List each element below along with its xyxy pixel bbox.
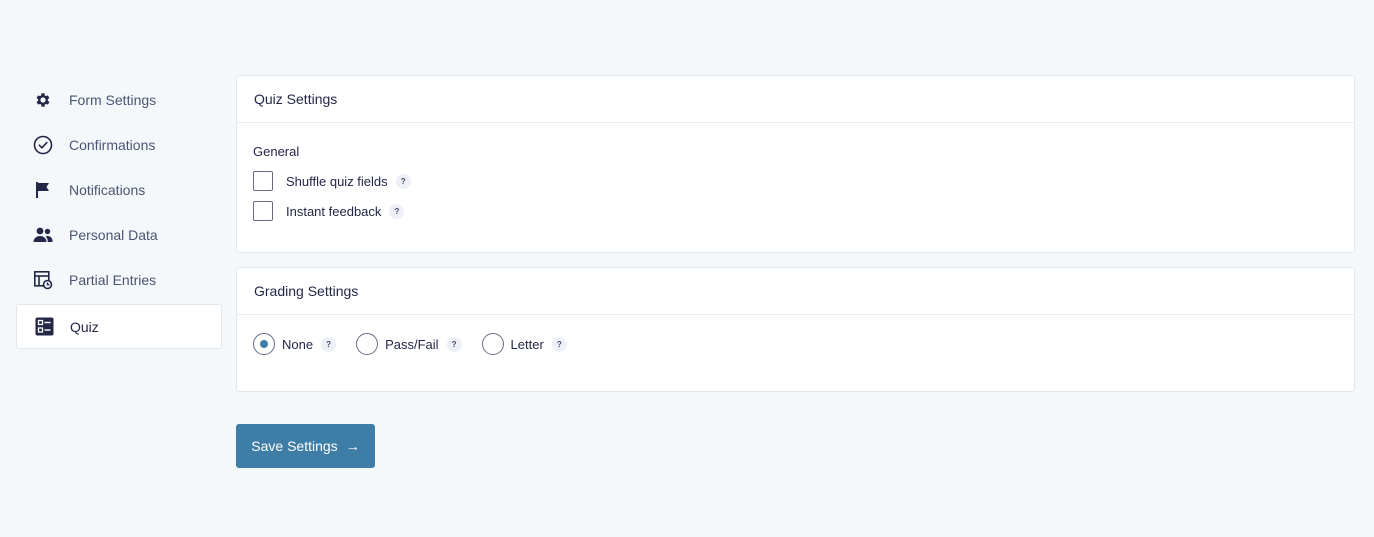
help-icon[interactable]: ? bbox=[446, 336, 462, 352]
grading-settings-panel: Grading Settings None ? Pass/Fail ? Lett… bbox=[236, 267, 1355, 392]
shuffle-quiz-fields-option: Shuffle quiz fields ? bbox=[253, 171, 411, 191]
partial-entries-icon bbox=[33, 270, 53, 290]
grading-option-pass-fail[interactable]: Pass/Fail ? bbox=[356, 333, 462, 355]
sidebar-item-label: Confirmations bbox=[69, 136, 156, 153]
check-circle-icon bbox=[33, 135, 53, 155]
section-label-general: General bbox=[253, 144, 300, 159]
quiz-settings-panel: Quiz Settings General Shuffle quiz field… bbox=[236, 75, 1355, 253]
arrow-right-icon: → bbox=[345, 438, 360, 454]
sidebar-item-label: Partial Entries bbox=[69, 271, 157, 288]
radio-label: None bbox=[282, 336, 314, 352]
panel-title: Grading Settings bbox=[237, 268, 1354, 315]
radio-letter[interactable] bbox=[481, 333, 504, 355]
gear-icon bbox=[33, 90, 53, 110]
checkbox-label: Shuffle quiz fields bbox=[286, 173, 388, 189]
grading-type-radio-group: None ? Pass/Fail ? Letter ? bbox=[253, 333, 587, 355]
quiz-icon bbox=[34, 317, 54, 337]
save-settings-button[interactable]: Save Settings → bbox=[236, 424, 375, 468]
radio-none[interactable] bbox=[253, 333, 275, 355]
panel-title: Quiz Settings bbox=[237, 76, 1354, 123]
radio-pass-fail[interactable] bbox=[356, 333, 379, 355]
sidebar-item-label: Personal Data bbox=[69, 226, 158, 243]
sidebar-item-partial-entries[interactable]: Partial Entries bbox=[16, 257, 222, 302]
sidebar-item-confirmations[interactable]: Confirmations bbox=[16, 122, 222, 167]
instant-feedback-checkbox[interactable] bbox=[253, 201, 273, 221]
checkbox-label: Instant feedback bbox=[286, 203, 382, 219]
save-settings-label: Save Settings bbox=[251, 438, 338, 454]
instant-feedback-option: Instant feedback ? bbox=[253, 201, 405, 221]
help-icon[interactable]: ? bbox=[551, 336, 567, 352]
shuffle-quiz-fields-checkbox[interactable] bbox=[253, 171, 273, 191]
sidebar-item-label: Notifications bbox=[69, 181, 146, 198]
flag-icon bbox=[33, 180, 53, 200]
radio-label: Pass/Fail bbox=[385, 336, 439, 352]
sidebar-item-label: Form Settings bbox=[69, 91, 157, 108]
grading-option-letter[interactable]: Letter ? bbox=[481, 333, 567, 355]
help-icon[interactable]: ? bbox=[395, 173, 411, 189]
grading-option-none[interactable]: None ? bbox=[253, 333, 337, 355]
radio-label: Letter bbox=[510, 336, 544, 352]
settings-page: Form Settings Confirmations Notification… bbox=[0, 0, 1374, 537]
sidebar-item-notifications[interactable]: Notifications bbox=[16, 167, 222, 212]
settings-sidebar: Form Settings Confirmations Notification… bbox=[16, 77, 222, 349]
sidebar-item-personal-data[interactable]: Personal Data bbox=[16, 212, 222, 257]
help-icon[interactable]: ? bbox=[389, 203, 405, 219]
sidebar-item-label: Quiz bbox=[70, 318, 99, 335]
users-icon bbox=[33, 225, 53, 245]
help-icon[interactable]: ? bbox=[321, 336, 337, 352]
sidebar-item-quiz[interactable]: Quiz bbox=[16, 304, 222, 349]
sidebar-item-form-settings[interactable]: Form Settings bbox=[16, 77, 222, 122]
